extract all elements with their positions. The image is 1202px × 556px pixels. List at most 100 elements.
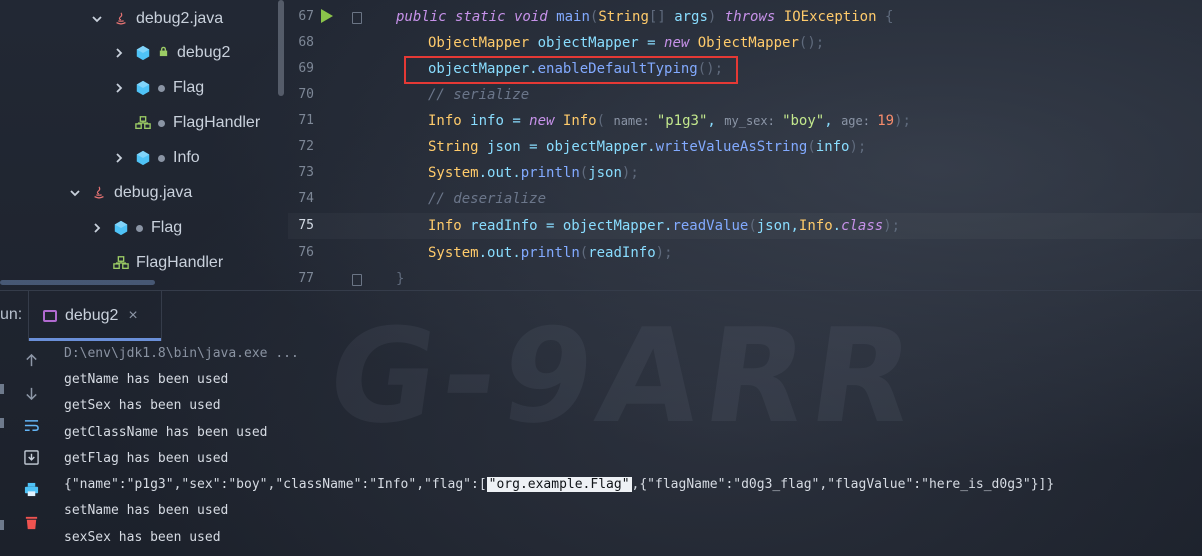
handler-icon — [112, 254, 130, 272]
print-icon[interactable] — [20, 478, 42, 500]
side-edge-marker — [0, 384, 4, 394]
tree-item-label: Flag — [151, 219, 183, 236]
code-token: out — [487, 165, 513, 181]
line-number-current: 75 — [298, 218, 314, 233]
code-token: = — [647, 35, 665, 51]
code-token: "boy" — [782, 113, 825, 129]
run-arrow-icon[interactable] — [320, 8, 334, 28]
tree-item-label: Info — [173, 149, 200, 166]
project-tree: debug2.java debug2 Flag FlagHandler Info… — [0, 0, 278, 290]
code-line: Info info = new Info( name: "p1g3", my_s… — [428, 108, 911, 134]
selected-text[interactable]: "org.example.Flag" — [486, 477, 632, 492]
tree-item-debug2-class[interactable]: debug2 — [112, 40, 230, 66]
scroll-to-end-icon[interactable] — [20, 446, 42, 468]
arrow-down-icon[interactable] — [20, 382, 42, 404]
chevron-down-icon[interactable] — [90, 12, 104, 26]
trash-icon[interactable] — [20, 511, 42, 533]
tree-item-label: Flag — [173, 79, 205, 96]
code-token: args — [674, 9, 708, 25]
code-token: objectMapper. — [562, 218, 673, 234]
code-token: // deserialize — [428, 191, 547, 207]
console-line: sexSex has been used — [64, 530, 221, 545]
tree-horizontal-scrollbar[interactable] — [0, 280, 155, 285]
chevron-right-icon[interactable] — [112, 151, 126, 165]
code-token: ( — [579, 165, 589, 181]
close-icon[interactable]: × — [128, 307, 137, 325]
chevron-right-icon[interactable] — [90, 221, 104, 235]
code-line: } — [396, 266, 404, 292]
tree-item-debug-java[interactable]: debug.java — [68, 180, 192, 206]
tree-item-flaghandler[interactable]: FlagHandler — [134, 110, 260, 136]
highlight-annotation-box — [404, 56, 738, 84]
console-line: getName has been used — [64, 372, 229, 387]
code-token: println — [520, 165, 580, 181]
code-token: my_sex: — [724, 114, 783, 128]
line-number: 76 — [298, 245, 314, 260]
code-token: // serialize — [428, 87, 530, 103]
code-token: Info — [428, 113, 471, 129]
run-config-icon — [43, 310, 57, 322]
run-tool-window-header: un: debug2 × — [0, 290, 1202, 341]
console-line: getSex has been used — [64, 398, 221, 413]
code-token: Info — [562, 113, 597, 129]
class-icon — [134, 149, 152, 167]
chevron-right-icon[interactable] — [112, 81, 126, 95]
code-token: info — [470, 113, 513, 129]
code-token: = — [512, 113, 530, 129]
visibility-dot-icon — [158, 84, 165, 92]
code-token: readValue — [672, 218, 749, 234]
line-number: 68 — [298, 35, 314, 50]
code-line: public static void main(String[] args) t… — [396, 4, 893, 30]
code-token: ( — [748, 218, 757, 234]
code-token: class — [841, 218, 884, 234]
side-edge-marker — [0, 418, 4, 428]
code-token: public static void — [396, 9, 557, 25]
class-icon — [134, 79, 152, 97]
code-token: ); — [849, 139, 867, 155]
code-token: objectMapper. — [546, 139, 656, 155]
code-token: String — [428, 139, 488, 155]
line-number: 74 — [298, 191, 314, 206]
tree-item-info[interactable]: Info — [112, 145, 200, 171]
visibility-dot-icon — [136, 224, 143, 232]
code-line: System.out.println(readInfo); — [428, 240, 673, 266]
arrow-up-icon[interactable] — [20, 349, 42, 371]
chevron-right-icon[interactable] — [112, 46, 126, 60]
fold-marker-icon[interactable] — [352, 274, 362, 286]
json-prefix: {"name":"p1g3","sex":"boy","className":"… — [64, 477, 487, 492]
code-token: = — [529, 139, 547, 155]
tree-item-label: debug.java — [114, 184, 193, 201]
code-token: ) — [707, 9, 725, 25]
tree-item-flaghandler-2[interactable]: FlagHandler — [112, 250, 223, 276]
code-token: ); — [894, 113, 911, 129]
fold-marker-icon[interactable] — [352, 12, 362, 24]
console-toolbar — [0, 340, 52, 556]
json-suffix: ,{"flagName":"d0g3_flag","flagValue":"he… — [631, 477, 1055, 492]
code-token: age: — [841, 114, 878, 128]
visibility-dot-icon — [158, 154, 165, 162]
code-token: readInfo — [470, 218, 547, 234]
code-token: json — [487, 139, 530, 155]
code-token: System — [428, 245, 479, 261]
code-token: ObjectMapper — [428, 35, 538, 51]
code-line: // serialize — [428, 82, 529, 108]
code-token: ObjectMapper — [697, 35, 799, 51]
code-editor[interactable]: public static void main(String[] args) t… — [396, 0, 1202, 290]
code-token: println — [520, 245, 580, 261]
tree-item-debug2-java[interactable]: debug2.java — [90, 6, 223, 32]
code-line: Info readInfo = objectMapper.readValue(j… — [428, 213, 900, 239]
code-token: main — [556, 9, 590, 25]
code-token: . — [512, 245, 521, 261]
tree-item-flag-2[interactable]: Flag — [90, 215, 182, 241]
visibility-dot-icon — [158, 119, 165, 127]
code-token: . — [478, 245, 488, 261]
tab-debug2[interactable]: debug2 × — [28, 291, 162, 341]
soft-wrap-icon[interactable] — [20, 414, 42, 436]
code-token: String — [598, 9, 649, 25]
code-token: ); — [655, 245, 673, 261]
tree-vertical-scrollbar[interactable] — [278, 0, 284, 96]
tree-item-flag[interactable]: Flag — [112, 75, 204, 101]
code-token: = — [546, 218, 563, 234]
chevron-down-icon[interactable] — [68, 186, 82, 200]
code-token: readInfo — [588, 245, 656, 261]
